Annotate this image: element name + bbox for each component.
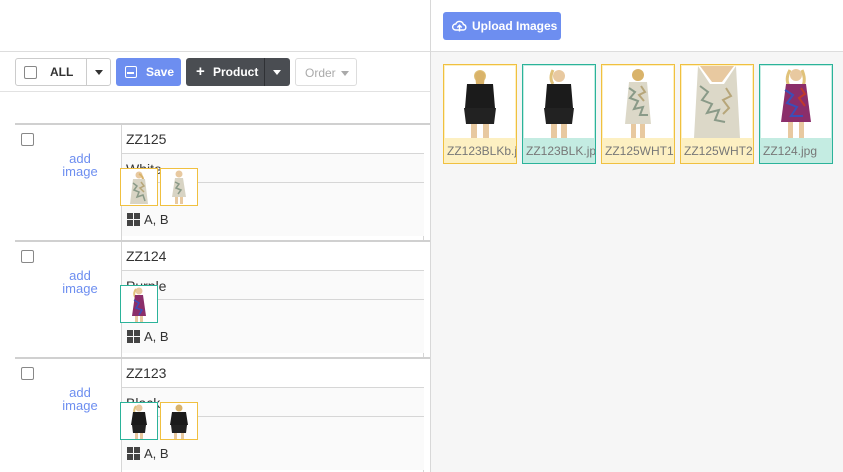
product-checkbox[interactable] bbox=[21, 367, 34, 380]
image-card[interactable]: ZZ123BLK.jpg bbox=[522, 64, 596, 164]
add-product-button[interactable]: + Product bbox=[186, 58, 290, 86]
add-image-link[interactable]: add image bbox=[55, 269, 105, 295]
grid-icon bbox=[127, 330, 140, 343]
chevron-down-icon bbox=[341, 71, 349, 76]
image-card[interactable]: ZZ124.jpg bbox=[759, 64, 833, 164]
cloud-upload-icon bbox=[452, 20, 467, 32]
image-library-panel: Upload Images ZZ123BLKb.jpg ZZ123BLK.jpg… bbox=[431, 0, 843, 472]
plus-icon: + bbox=[196, 63, 205, 80]
add-image-link[interactable]: add image bbox=[55, 152, 105, 178]
product-checkbox[interactable] bbox=[21, 133, 34, 146]
image-preview bbox=[603, 66, 673, 138]
image-filename: ZZ125WHT2.jpg bbox=[684, 144, 753, 158]
select-all-label: ALL bbox=[50, 65, 74, 79]
grid-icon bbox=[127, 213, 140, 226]
product-thumbnail[interactable] bbox=[120, 168, 158, 206]
variants-field[interactable]: A, B bbox=[122, 441, 424, 470]
grid-icon bbox=[127, 447, 140, 460]
product-details: ZZ124 Purple - A, B bbox=[121, 242, 424, 357]
product-thumbnail[interactable] bbox=[160, 168, 198, 206]
image-filename: ZZ123BLKb.jpg bbox=[447, 144, 517, 158]
sku-field[interactable]: ZZ124 bbox=[122, 242, 424, 271]
product-row: addimage ZZ123 Black A, B bbox=[15, 357, 431, 472]
color-field[interactable]: Purple bbox=[122, 271, 424, 300]
select-all-dropdown[interactable]: ALL bbox=[15, 58, 111, 86]
product-row: addimage ZZ125 White A, B bbox=[15, 123, 431, 240]
product-panel: ALL Save + Product Order add image ZZ125 … bbox=[0, 0, 431, 472]
order-dropdown[interactable]: Order bbox=[295, 58, 357, 86]
image-preview bbox=[524, 66, 594, 138]
chevron-down-icon[interactable] bbox=[273, 70, 281, 75]
sku-field[interactable]: ZZ125 bbox=[122, 125, 424, 154]
select-all-checkbox[interactable] bbox=[24, 66, 37, 79]
image-card[interactable]: ZZ125WHT2.jpg bbox=[680, 64, 754, 164]
save-disk-icon bbox=[125, 66, 137, 78]
image-card[interactable]: ZZ125WHT1.jpg bbox=[601, 64, 675, 164]
image-filename: ZZ125WHT1.jpg bbox=[605, 144, 674, 158]
product-thumbnail[interactable] bbox=[120, 285, 158, 323]
product-row: addimage ZZ124 Purple - A, B bbox=[15, 240, 431, 357]
product-checkbox[interactable] bbox=[21, 250, 34, 263]
image-preview bbox=[761, 66, 831, 138]
product-thumbnail[interactable] bbox=[120, 402, 158, 440]
product-list: addimage ZZ125 White A, B addimage bbox=[15, 123, 431, 472]
product-thumbnail[interactable] bbox=[160, 402, 198, 440]
save-button[interactable]: Save bbox=[116, 58, 181, 86]
image-filename: ZZ124.jpg bbox=[763, 144, 818, 158]
sku-field[interactable]: ZZ123 bbox=[122, 359, 424, 388]
add-image-link[interactable]: add image bbox=[55, 386, 105, 412]
image-card[interactable]: ZZ123BLKb.jpg bbox=[443, 64, 517, 164]
left-header bbox=[0, 0, 431, 52]
chevron-down-icon[interactable] bbox=[95, 70, 103, 75]
image-preview bbox=[445, 66, 515, 138]
image-library-header: Upload Images bbox=[431, 0, 843, 52]
variants-field[interactable]: A, B bbox=[122, 207, 424, 236]
image-filename: ZZ123BLK.jpg bbox=[526, 144, 596, 158]
toolbar: ALL Save + Product Order bbox=[0, 52, 431, 92]
image-preview bbox=[682, 66, 752, 138]
upload-images-button[interactable]: Upload Images bbox=[443, 12, 561, 40]
variants-field[interactable]: A, B bbox=[122, 324, 424, 353]
